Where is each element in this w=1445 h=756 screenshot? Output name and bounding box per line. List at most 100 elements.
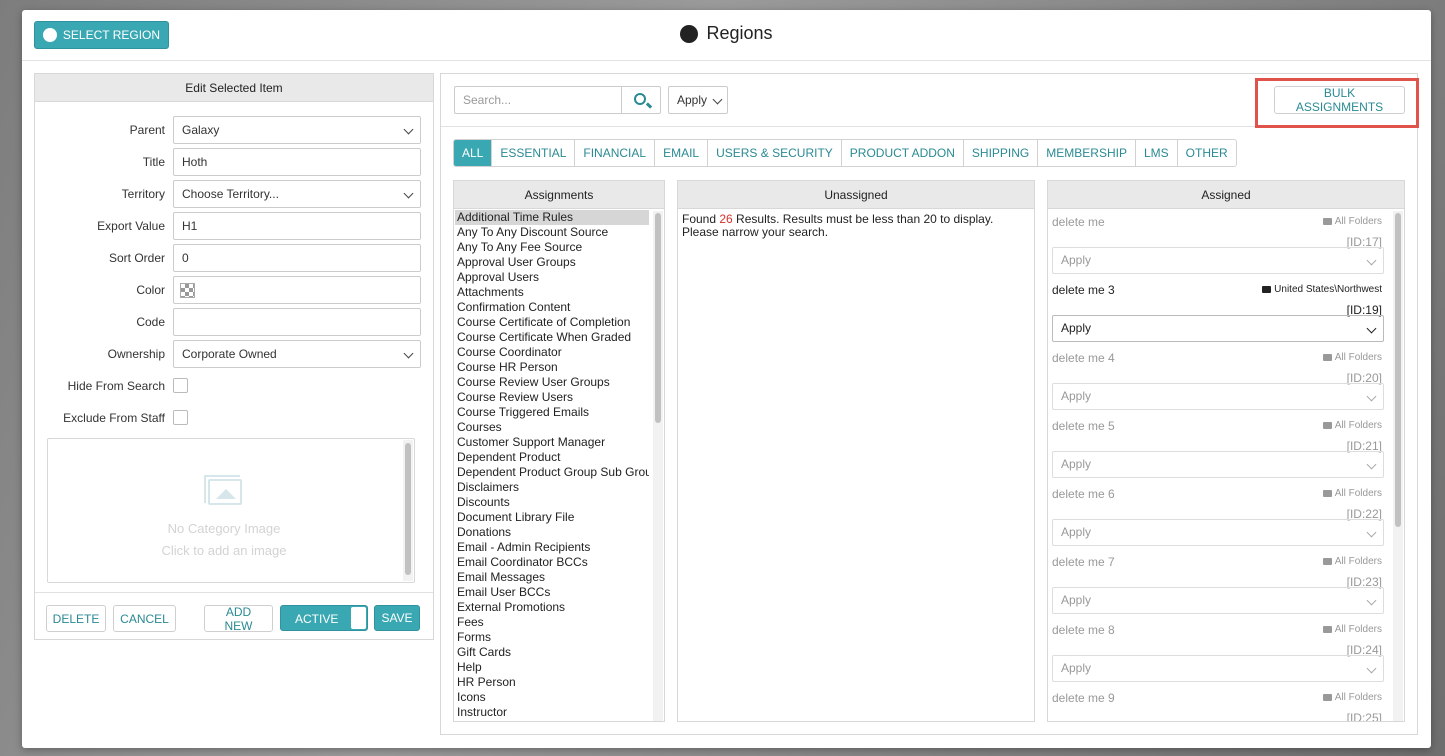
assigned-item: delete me 9All Folders[ID:25]Apply — [1052, 691, 1386, 721]
cancel-button[interactable]: CANCEL — [113, 605, 176, 632]
tab-financial[interactable]: FINANCIAL — [575, 140, 656, 166]
list-item[interactable]: Forms — [455, 630, 649, 645]
list-item[interactable]: Instructor — [455, 705, 649, 720]
ownership-value: Corporate Owned — [182, 347, 277, 361]
list-item[interactable]: HR Person — [455, 675, 649, 690]
list-item[interactable]: Fees — [455, 615, 649, 630]
scrollbar-thumb[interactable] — [1395, 213, 1401, 527]
list-item[interactable]: Course Certificate of Completion — [455, 315, 649, 330]
assigned-item-select[interactable]: Apply — [1052, 247, 1384, 274]
list-item[interactable]: Customer Support Manager — [455, 435, 649, 450]
search-input[interactable]: Search... — [454, 86, 622, 114]
list-item[interactable]: Additional Time Rules — [455, 210, 649, 225]
assigned-item-select[interactable]: Apply — [1052, 587, 1384, 614]
list-item[interactable]: Dependent Product Group Sub Group — [455, 465, 649, 480]
form-row-territory: Territory Choose Territory... — [35, 180, 433, 208]
edit-panel: Edit Selected Item Parent Galaxy Title H… — [34, 73, 434, 640]
list-item[interactable]: Email Coordinator BCCs — [455, 555, 649, 570]
narrow-search-text: Please narrow your search. — [682, 225, 829, 239]
list-item[interactable]: Disclaimers — [455, 480, 649, 495]
list-item[interactable]: Discounts — [455, 495, 649, 510]
list-item[interactable]: Course Triggered Emails — [455, 405, 649, 420]
assigned-item-select[interactable]: Apply — [1052, 383, 1384, 410]
hide-from-search-checkbox[interactable] — [173, 378, 188, 393]
list-item[interactable]: Document Library File — [455, 510, 649, 525]
tab-product-addon[interactable]: PRODUCT ADDON — [841, 140, 964, 166]
color-swatch-icon[interactable] — [180, 283, 195, 298]
ownership-select[interactable]: Corporate Owned — [173, 340, 421, 368]
unassigned-message: Found 26 Results. Results must be less t… — [682, 213, 1022, 239]
color-input[interactable] — [173, 276, 421, 304]
tab-email[interactable]: EMAIL — [655, 140, 709, 166]
folder-icon — [1322, 218, 1332, 225]
tab-essential[interactable]: ESSENTIAL — [492, 140, 576, 166]
list-item[interactable]: Course Certificate When Graded — [455, 330, 649, 345]
assigned-item-select[interactable]: Apply — [1052, 519, 1384, 546]
list-item[interactable]: Email Messages — [455, 570, 649, 585]
assigned-item-select[interactable]: Apply — [1052, 655, 1384, 682]
assigned-item-select[interactable]: Apply — [1052, 451, 1384, 478]
active-toggle[interactable]: ACTIVE — [280, 605, 368, 631]
list-item[interactable]: Course HR Person — [455, 360, 649, 375]
exclude-from-staff-checkbox[interactable] — [173, 410, 188, 425]
assigned-item-folder: All Folders — [1322, 624, 1382, 635]
tab-other[interactable]: OTHER — [1177, 140, 1236, 166]
list-item[interactable]: Gift Cards — [455, 645, 649, 660]
tab-users-security[interactable]: USERS & SECURITY — [708, 140, 842, 166]
list-item[interactable]: Email User BCCs — [455, 585, 649, 600]
parent-label: Parent — [129, 123, 165, 137]
scrollbar-thumb[interactable] — [655, 213, 661, 423]
list-item[interactable]: Attachments — [455, 285, 649, 300]
title-input[interactable]: Hoth — [173, 148, 421, 176]
assigned-item-name: delete me 8 — [1052, 623, 1115, 637]
save-button[interactable]: SAVE — [374, 605, 420, 631]
assigned-item-select-value: Apply — [1061, 253, 1092, 267]
delete-button[interactable]: DELETE — [46, 605, 106, 632]
list-item[interactable]: Donations — [455, 525, 649, 540]
apply-select[interactable]: Apply — [668, 86, 728, 114]
list-item[interactable]: Email - Admin Recipients — [455, 540, 649, 555]
form-row-sort-order: Sort Order 0 — [35, 244, 433, 272]
assignments-list[interactable]: Additional Time Rules Any To Any Discount… — [455, 210, 649, 720]
assigned-item-folder: All Folders — [1322, 352, 1382, 363]
list-item[interactable]: Confirmation Content — [455, 300, 649, 315]
list-item[interactable]: Course Review User Groups — [455, 375, 649, 390]
scrollbar-thumb[interactable] — [405, 443, 411, 575]
folder-icon — [1262, 286, 1272, 293]
list-item[interactable]: Dependent Product — [455, 450, 649, 465]
tab-shipping[interactable]: SHIPPING — [963, 140, 1039, 166]
assigned-item-folder: All Folders — [1322, 692, 1382, 703]
list-item[interactable]: Any To Any Fee Source — [455, 240, 649, 255]
assigned-item-name: delete me 6 — [1052, 487, 1115, 501]
parent-select[interactable]: Galaxy — [173, 116, 421, 144]
add-new-button[interactable]: ADD NEW — [204, 605, 273, 633]
folder-name: United States\Northwest — [1274, 284, 1382, 295]
export-value-input[interactable]: H1 — [173, 212, 421, 240]
assignments-scrollbar[interactable] — [653, 211, 663, 721]
list-item[interactable]: Any To Any Discount Source — [455, 225, 649, 240]
territory-select[interactable]: Choose Territory... — [173, 180, 421, 208]
list-item[interactable]: Icons — [455, 690, 649, 705]
chevron-down-icon — [403, 348, 414, 359]
list-item[interactable]: Approval User Groups — [455, 255, 649, 270]
list-item[interactable]: Help — [455, 660, 649, 675]
tab-all[interactable]: ALL — [454, 140, 493, 166]
list-item[interactable]: Approval Users — [455, 270, 649, 285]
category-tabs: ALL ESSENTIAL FINANCIAL EMAIL USERS & SE… — [453, 139, 1237, 167]
list-item[interactable]: Course Coordinator — [455, 345, 649, 360]
assigned-scrollbar[interactable] — [1393, 211, 1403, 721]
folder-icon — [1322, 694, 1332, 701]
code-input[interactable] — [173, 308, 421, 336]
tab-membership[interactable]: MEMBERSHIP — [1038, 140, 1136, 166]
bulk-assignments-button[interactable]: BULK ASSIGNMENTS — [1274, 86, 1405, 114]
list-item[interactable]: Course Review Users — [455, 390, 649, 405]
search-button[interactable] — [621, 86, 661, 114]
tab-lms[interactable]: LMS — [1135, 140, 1178, 166]
assigned-item-select[interactable]: Apply — [1052, 315, 1384, 342]
sort-order-input[interactable]: 0 — [173, 244, 421, 272]
list-item[interactable]: External Promotions — [455, 600, 649, 615]
image-scrollbar[interactable] — [403, 440, 413, 581]
category-image-dropzone[interactable]: No Category Image Click to add an image — [47, 438, 415, 583]
unassigned-column: Unassigned Found 26 Results. Results mus… — [677, 180, 1035, 722]
list-item[interactable]: Courses — [455, 420, 649, 435]
